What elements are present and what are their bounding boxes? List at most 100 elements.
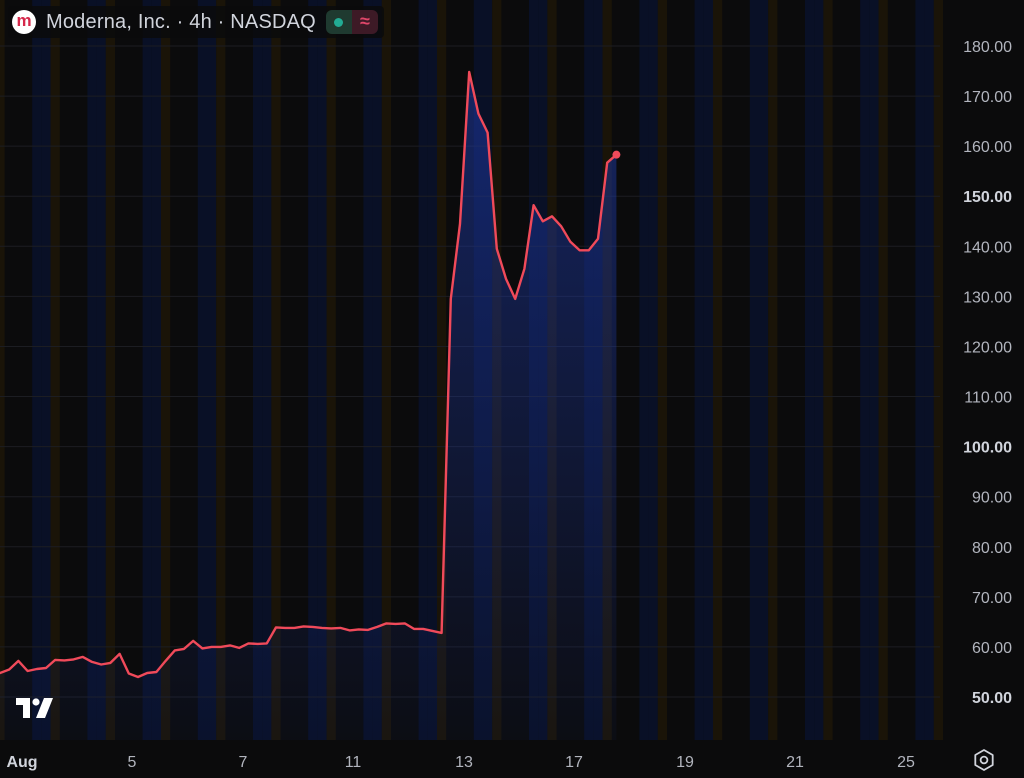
- data-point: [164, 659, 168, 663]
- data-point: [394, 622, 398, 626]
- session-band: [161, 0, 171, 740]
- data-point: [274, 625, 278, 629]
- data-point: [532, 203, 536, 207]
- data-point: [449, 297, 453, 301]
- tradingview-logo-icon[interactable]: [14, 695, 60, 721]
- data-point: [265, 641, 269, 645]
- session-band: [50, 0, 60, 740]
- data-point: [283, 626, 287, 630]
- data-point: [596, 237, 600, 241]
- data-point: [311, 625, 315, 629]
- price-axis[interactable]: 180.00 170.00 160.00 150.00 140.00 130.00 120.…: [963, 39, 1012, 707]
- data-point: [26, 669, 30, 673]
- session-band: [713, 0, 723, 740]
- data-point: [302, 624, 306, 628]
- data-point: [182, 647, 186, 651]
- data-point: [173, 648, 177, 652]
- price-tick-label: 140.00: [963, 239, 1012, 256]
- price-chart[interactable]: 180.00 170.00 160.00 150.00 140.00 130.00 120.…: [0, 0, 1024, 778]
- price-tick-label: 130.00: [963, 289, 1012, 306]
- time-axis[interactable]: Aug 5 7 11 13 17 19 21 25: [6, 754, 915, 771]
- data-point: [246, 641, 250, 645]
- data-point: [118, 652, 122, 656]
- data-point: [256, 642, 260, 646]
- time-tick-label: Aug: [6, 754, 37, 771]
- market-status[interactable]: [325, 10, 352, 34]
- data-point: [605, 161, 609, 165]
- data-point: [357, 627, 361, 631]
- session-band: [823, 0, 833, 740]
- data-point: [504, 277, 508, 281]
- session-band: [869, 0, 879, 740]
- session-band: [933, 0, 943, 740]
- session-band: [253, 0, 263, 740]
- data-point: [384, 621, 388, 625]
- status-pill[interactable]: ≈: [325, 10, 378, 34]
- session-band: [878, 0, 888, 740]
- data-point: [587, 248, 591, 252]
- data-point: [145, 671, 149, 675]
- price-tick-label: 90.00: [972, 490, 1012, 507]
- price-tick-label: 100.00: [963, 440, 1012, 457]
- session-band: [759, 0, 769, 740]
- price-tick-label: 170.00: [963, 89, 1012, 106]
- data-point: [458, 222, 462, 226]
- session-band: [749, 0, 759, 740]
- data-point: [237, 646, 241, 650]
- data-point: [81, 655, 85, 659]
- session-band: [814, 0, 824, 740]
- data-point: [541, 219, 545, 223]
- price-tick-label: 180.00: [963, 39, 1012, 56]
- price-tick-label: 120.00: [963, 339, 1012, 356]
- data-point: [559, 224, 563, 228]
- data-point: [495, 247, 499, 251]
- symbol-header[interactable]: m Moderna, Inc. · 4h · NASDAQ ≈: [8, 6, 384, 38]
- data-point: [62, 658, 66, 662]
- data-point: [412, 627, 416, 631]
- data-point: [486, 131, 490, 135]
- session-band: [151, 0, 161, 740]
- data-status[interactable]: ≈: [351, 10, 378, 34]
- time-tick-label: 7: [239, 754, 248, 771]
- data-point: [210, 645, 214, 649]
- last-price-point[interactable]: [612, 150, 621, 159]
- chart-window: 180.00 170.00 160.00 150.00 140.00 130.00 120.…: [0, 0, 1024, 778]
- data-point: [7, 667, 11, 671]
- session-band: [639, 0, 649, 740]
- data-point: [44, 666, 48, 670]
- data-point: [200, 646, 204, 650]
- price-tick-label: 70.00: [972, 590, 1012, 607]
- data-point: [476, 112, 480, 116]
- gear-icon[interactable]: [972, 748, 996, 772]
- data-point: [467, 70, 471, 74]
- session-band: [924, 0, 934, 740]
- data-point: [99, 662, 103, 666]
- price-tick-label: 80.00: [972, 540, 1012, 557]
- data-point: [550, 214, 554, 218]
- session-band: [657, 0, 667, 740]
- data-point: [578, 248, 582, 252]
- data-point: [348, 628, 352, 632]
- time-tick-label: 17: [565, 754, 583, 771]
- session-band: [207, 0, 217, 740]
- session-band: [216, 0, 226, 740]
- session-band: [703, 0, 713, 740]
- price-tick-label: 110.00: [964, 390, 1012, 407]
- data-point: [568, 240, 572, 244]
- price-tick-label: 50.00: [972, 690, 1012, 707]
- data-point: [375, 625, 379, 629]
- data-point: [440, 631, 444, 635]
- session-band: [262, 0, 272, 740]
- data-point: [430, 629, 434, 633]
- session-band: [860, 0, 870, 740]
- session-band: [142, 0, 152, 740]
- data-point: [219, 645, 223, 649]
- data-point: [136, 675, 140, 679]
- wave-icon: ≈: [360, 11, 370, 31]
- data-point: [90, 660, 94, 664]
- data-point: [228, 643, 232, 647]
- session-band: [87, 0, 97, 740]
- symbol-title[interactable]: Moderna, Inc. · 4h · NASDAQ: [46, 11, 316, 34]
- session-band: [41, 0, 51, 740]
- price-tick-label: 150.00: [963, 189, 1012, 206]
